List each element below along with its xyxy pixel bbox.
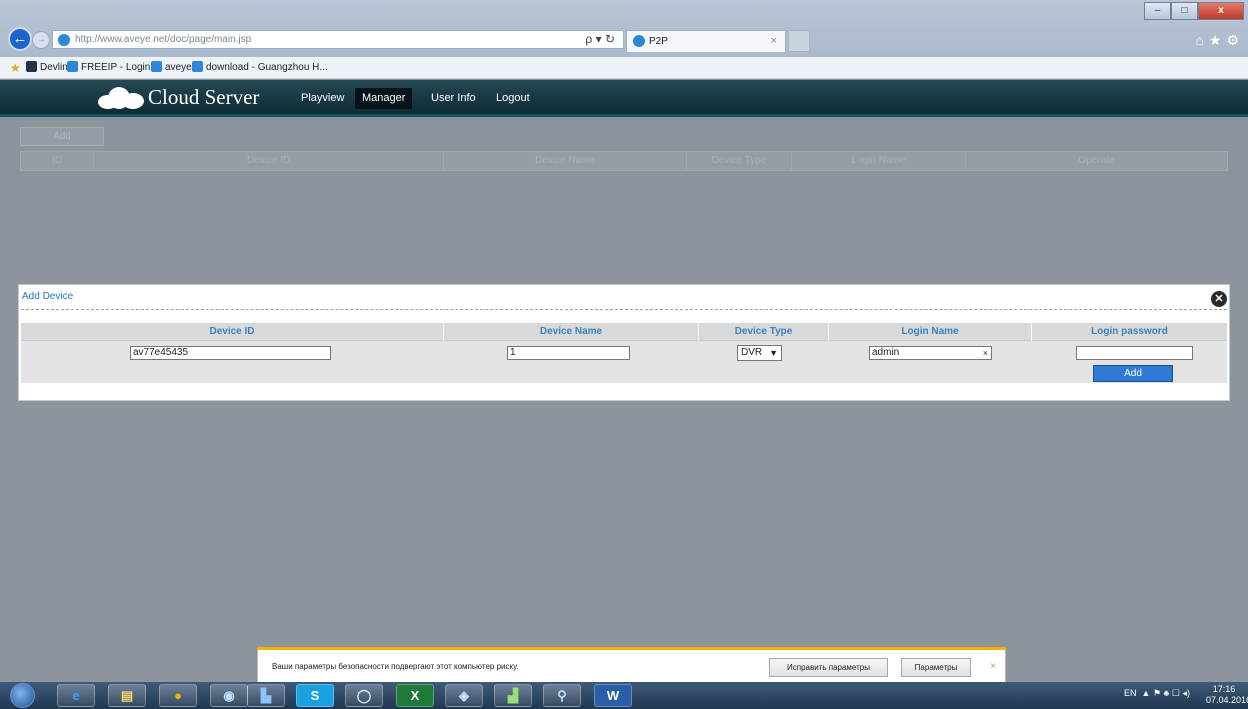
taskbar-search-icon[interactable]: ⚲ [543,684,581,707]
settings-button[interactable]: Параметры [901,658,971,677]
tab-title: P2P [649,36,668,47]
nav-manager[interactable]: Manager [355,88,413,109]
col-device-name: Device Name [444,323,699,341]
form-header-row: Device ID Device Name Device Type Login … [21,323,1227,341]
home-star-gear-icons[interactable]: ⌂★⚙ [1195,32,1244,49]
col-login-name: Login Name [829,323,1032,341]
tray-icons[interactable]: ▲ ⚑ ♣ ☐ ◂) [1142,688,1190,698]
taskbar-opera-icon[interactable]: ◯ [345,684,383,707]
start-button[interactable] [10,683,35,708]
col-device-type: Device Type [699,323,829,341]
chevron-down-icon: ▼ [769,348,778,358]
maximize-button[interactable]: □ [1171,2,1198,20]
close-circle-icon[interactable]: ✕ [1211,291,1227,307]
browser-titlebar: ← → http://www.aveye.net/doc/page/main.j… [0,0,1248,57]
add-device-button[interactable]: Add [1093,365,1173,382]
ie-favicon-icon [58,34,70,46]
search-refresh-icon[interactable]: ρ ▾ ↻ [585,32,615,46]
taskbar-ie-icon[interactable]: e [57,684,95,707]
dialog-title: Add Device [22,291,74,302]
login-name-value: admin [872,347,900,358]
taskbar-word-icon[interactable]: W [594,684,632,707]
taskbar-excel-icon[interactable]: X [396,684,434,707]
bg-col-login-name: Login Name [792,152,966,170]
bg-col-device-name: Device Name [444,152,687,170]
ie-icon [67,61,78,72]
address-bar[interactable]: http://www.aveye.net/doc/page/main.jsp ρ… [52,30,624,49]
tab-p2p[interactable]: P2P × [626,30,786,52]
cloud-logo-icon [98,85,144,109]
taskbar-explorer-icon[interactable]: ▤ [108,684,146,707]
taskbar-tools-icon[interactable]: ▟ [494,684,532,707]
taskbar-photos-icon[interactable]: ◈ [445,684,483,707]
taskbar-network-icon[interactable]: ◉ [210,684,248,707]
bg-col-operate: Operate [1078,155,1115,166]
favorites-star-icon[interactable]: ★ [10,61,21,75]
taskbar: e ▤ ● ◉ ▙ S ◯ X ◈ ▟ ⚲ W EN ▲ ⚑ ♣ ☐ ◂) 17… [0,682,1248,709]
ie-icon [151,61,162,72]
modal-backdrop: Add ID Device ID Device Name Device Type… [0,120,1248,682]
clock-date: 07.04.2016 [1206,695,1248,705]
ie-icon [192,61,203,72]
device-name-input[interactable]: 1 [507,346,630,360]
nav-logout[interactable]: Logout [489,88,537,109]
taskbar-remote-icon[interactable]: ▙ [247,684,285,707]
add-device-form: Device ID Device Name Device Type Login … [21,323,1227,383]
device-type-select[interactable]: DVR ▼ [737,345,782,361]
tab-close-icon[interactable]: × [771,35,777,47]
bg-col-device-type: Device Type [687,152,792,170]
favorites-bar: ★ Devline FREEIP - Login aveye download … [0,57,1248,79]
fix-settings-button[interactable]: Исправить параметры [769,658,888,677]
favorite-aveye[interactable]: aveye [151,61,192,73]
bg-col-device-id: Device ID [94,152,444,170]
language-indicator[interactable]: EN [1124,688,1137,698]
col-device-id: Device ID [21,323,444,341]
login-name-input[interactable]: admin × [869,346,992,360]
login-password-input[interactable] [1076,346,1193,360]
new-tab-button[interactable] [788,30,810,52]
bg-col-id: ID [21,152,94,170]
add-device-dialog: Add Device ✕ Device ID Device Name Devic… [18,284,1230,401]
dialog-divider [21,309,1227,310]
favorite-download[interactable]: download - Guangzhou H... [192,61,328,73]
notification-text: Ваши параметры безопасности подвергают э… [272,662,519,671]
url-text[interactable]: http://www.aveye.net/doc/page/main.jsp [75,34,251,45]
close-window-button[interactable]: x [1198,2,1244,20]
col-login-password: Login password [1091,326,1168,337]
forward-arrow-icon[interactable]: → [32,31,50,49]
nav-user-info[interactable]: User Info [424,88,483,109]
nav-playview[interactable]: Playview [294,88,351,109]
bg-device-table-header: ID Device ID Device Name Device Type Log… [20,151,1228,171]
device-id-input[interactable]: av77e45435 [130,346,331,360]
brand-title: Cloud Server [148,85,260,109]
clock[interactable]: 17:16 07.04.2016 [1206,684,1248,706]
security-notification-bar: Ваши параметры безопасности подвергают э… [257,647,1006,682]
notification-close-icon[interactable]: × [990,661,996,672]
devline-icon [26,61,37,72]
device-type-value: DVR [741,347,763,358]
taskbar-skype-icon[interactable]: S [296,684,334,707]
back-arrow-icon[interactable]: ← [8,27,32,51]
app-header: Cloud Server Playview Manager User Info … [0,80,1248,117]
ie-tab-icon [633,35,645,47]
window-controls: – □ x [1144,2,1244,20]
taskbar-chrome-icon[interactable]: ● [159,684,197,707]
bg-add-button: Add [20,127,104,146]
minimize-button[interactable]: – [1144,2,1171,20]
system-tray[interactable]: EN ▲ ⚑ ♣ ☐ ◂) [1124,688,1190,699]
clear-input-icon[interactable]: × [983,347,988,359]
clock-time: 17:16 [1212,684,1236,694]
favorite-freeip[interactable]: FREEIP - Login [67,61,150,73]
